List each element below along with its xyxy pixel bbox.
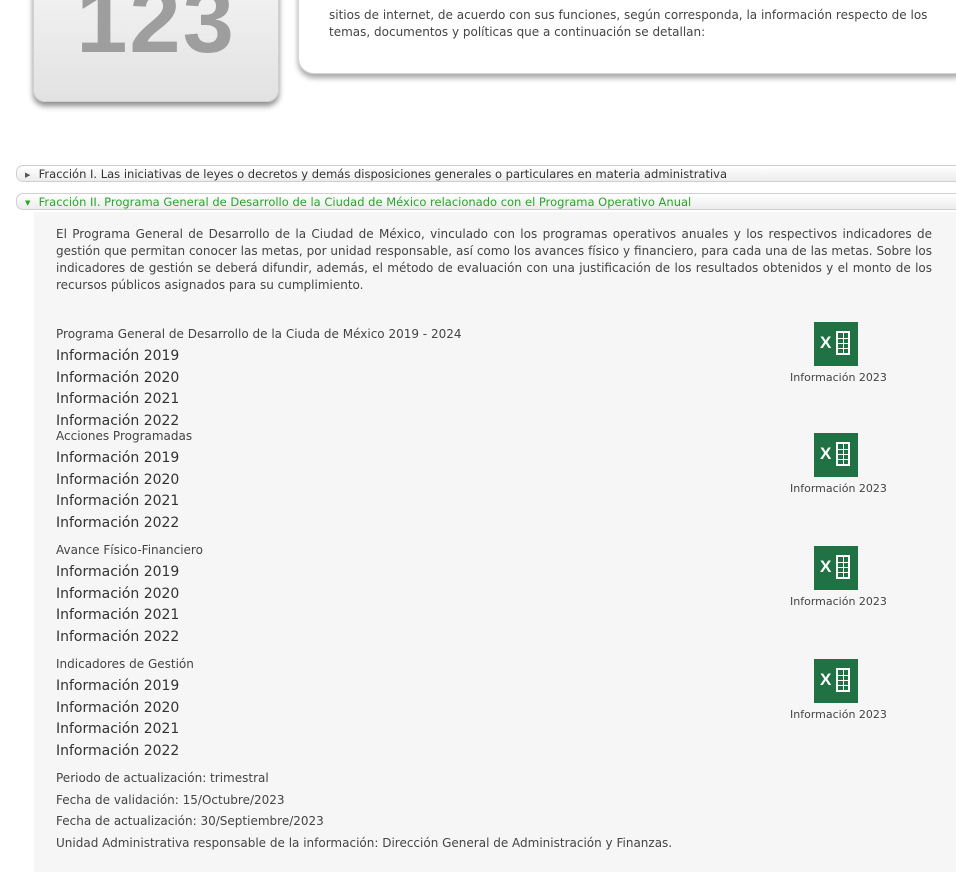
intro-text: sitios de internet, de acuerdo con sus f…: [329, 8, 928, 39]
excel-download-2023[interactable]: X Información 2023: [790, 322, 887, 384]
fraction-ii-description: El Programa General de Desarrollo de la …: [56, 227, 932, 292]
excel-icon: X: [814, 659, 858, 703]
update-date: Fecha de actualización: 30/Septiembre/20…: [56, 814, 324, 828]
info-2021-link[interactable]: Información 2021: [56, 605, 203, 627]
validation-date: Fecha de validación: 15/Octubre/2023: [56, 792, 285, 807]
fraction-i-header[interactable]: ▶ Fracción I. Las iniciativas de leyes o…: [16, 165, 956, 182]
update-info: Periodo de actualización: trimestral Fec…: [56, 768, 672, 854]
section-indicadores-gestion: Indicadores de Gestión Información 2019 …: [56, 656, 194, 762]
info-2021-link[interactable]: Información 2021: [56, 491, 192, 513]
excel-caption: Información 2023: [790, 371, 887, 384]
excel-download-2023[interactable]: X Información 2023: [790, 433, 887, 495]
section-title: Avance Físico-Financiero: [56, 543, 203, 557]
excel-download-2023[interactable]: X Información 2023: [790, 546, 887, 608]
excel-icon: X: [814, 322, 858, 366]
excel-caption: Información 2023: [790, 595, 887, 608]
article-number: 123: [76, 0, 236, 72]
info-2019-link[interactable]: Información 2019: [56, 448, 192, 470]
section-avance-fisico-financiero: Avance Físico-Financiero Información 201…: [56, 542, 203, 648]
section-title: Programa General de Desarrollo de la Ciu…: [56, 327, 462, 341]
section-programa-general: Programa General de Desarrollo de la Ciu…: [56, 326, 462, 432]
info-2020-link[interactable]: Información 2020: [56, 698, 194, 720]
fraction-ii-header[interactable]: ▼ Fracción II. Programa General de Desar…: [16, 193, 956, 210]
info-2020-link[interactable]: Información 2020: [56, 470, 192, 492]
info-2020-link[interactable]: Información 2020: [56, 368, 462, 390]
info-2019-link[interactable]: Información 2019: [56, 562, 203, 584]
info-2021-link[interactable]: Información 2021: [56, 719, 194, 741]
info-2020-link[interactable]: Información 2020: [56, 584, 203, 606]
section-title: Indicadores de Gestión: [56, 657, 194, 671]
section-acciones-programadas: Acciones Programadas Información 2019 In…: [56, 428, 192, 534]
triangle-down-icon: ▼: [25, 199, 31, 207]
excel-download-2023[interactable]: X Información 2023: [790, 659, 887, 721]
info-2022-link[interactable]: Información 2022: [56, 741, 194, 763]
triangle-right-icon: ▶: [25, 171, 31, 179]
article-number-badge: 123: [33, 0, 279, 102]
info-2019-link[interactable]: Información 2019: [56, 346, 462, 368]
info-2021-link[interactable]: Información 2021: [56, 389, 462, 411]
section-title: Acciones Programadas: [56, 429, 193, 443]
excel-icon: X: [814, 546, 858, 590]
update-period: Periodo de actualización: trimestral: [56, 771, 269, 785]
excel-caption: Información 2023: [790, 482, 887, 495]
responsible-unit: Unidad Administrativa responsable de la …: [56, 835, 673, 850]
fraction-i-label: Fracción I. Las iniciativas de leyes o d…: [38, 167, 728, 181]
excel-caption: Información 2023: [790, 708, 887, 721]
fraction-ii-label: Fracción II. Programa General de Desarro…: [38, 195, 692, 209]
info-2022-link[interactable]: Información 2022: [56, 513, 192, 535]
intro-box: sitios de internet, de acuerdo con sus f…: [298, 0, 956, 74]
info-2022-link[interactable]: Información 2022: [56, 627, 203, 649]
excel-icon: X: [814, 433, 858, 477]
info-2019-link[interactable]: Información 2019: [56, 676, 194, 698]
